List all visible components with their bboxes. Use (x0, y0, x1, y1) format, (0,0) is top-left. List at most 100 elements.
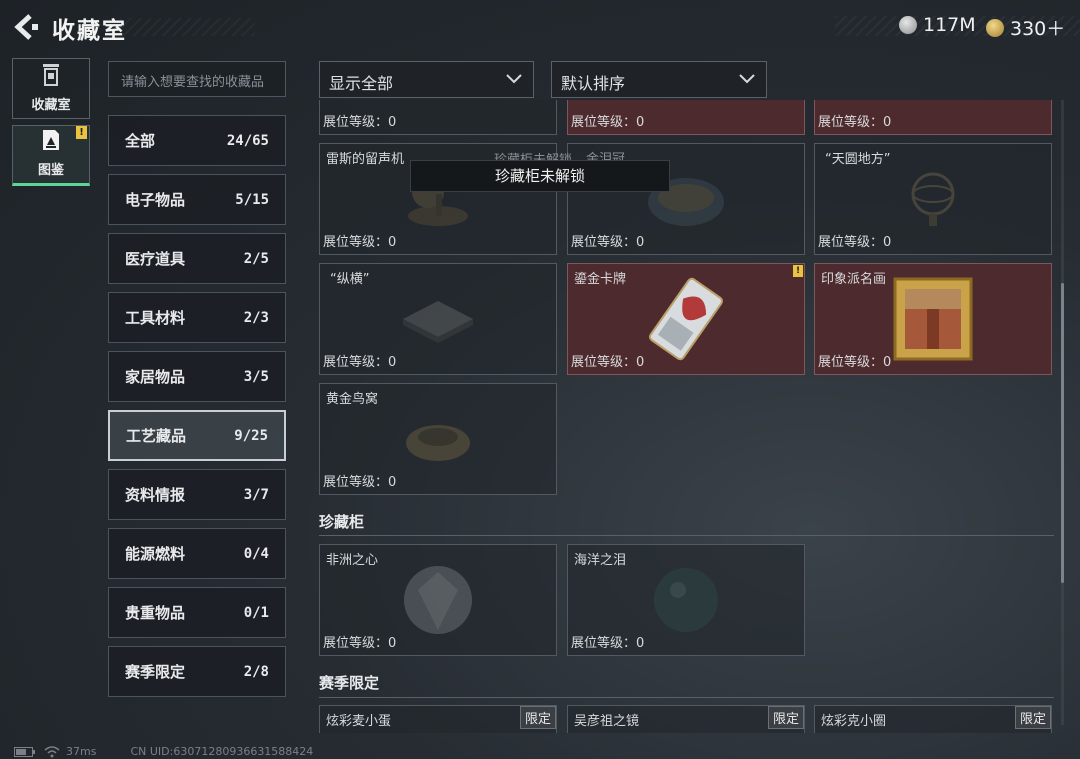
section-title-season: 赛季限定 (319, 674, 380, 692)
back-arrow-icon[interactable] (12, 12, 40, 42)
bird-nest-image (406, 425, 470, 461)
item-name: 海洋之泪 (574, 553, 627, 568)
level-label: 展位等级：0 (323, 115, 397, 130)
level-label: 展位等级：0 (571, 235, 645, 250)
level-label: 展位等级：0 (323, 235, 397, 250)
item-card-impressionist-painting[interactable]: 印象派名画 展位等级：0 (814, 263, 1052, 375)
category-count: 5/15 (235, 191, 269, 208)
level-label: 展位等级：0 (323, 475, 397, 490)
item-name: 黄金鸟窝 (326, 392, 379, 407)
item-card-season[interactable]: 炫彩克小圈 限定 (814, 705, 1052, 733)
level-label: 展位等级：0 (323, 636, 397, 651)
limited-tag: 限定 (1014, 706, 1051, 729)
category-label: 工艺藏品 (126, 427, 187, 445)
category-count: 3/5 (243, 368, 269, 385)
item-card[interactable]: 展位等级：0 (814, 100, 1052, 135)
level-label: 展位等级：0 (818, 115, 892, 130)
silver-coin-icon (899, 16, 917, 34)
nav-label: 收藏室 (31, 98, 71, 113)
category-count: 0/4 (243, 545, 269, 562)
gold-currency[interactable]: 330＋ (986, 14, 1065, 41)
category-item[interactable]: 工具材料 2/3 (108, 292, 286, 343)
level-label: 展位等级：0 (323, 355, 397, 370)
category-label: 赛季限定 (125, 663, 186, 681)
search-input[interactable]: 请输入想要查找的收藏品 (108, 61, 286, 97)
status-footer: 37ms CN UID:63071280936631588424 (14, 744, 313, 759)
item-card-heart-of-africa[interactable]: 非洲之心 展位等级：0 (319, 544, 557, 656)
catalog-book-icon (43, 130, 59, 150)
nav-label: 图鉴 (37, 163, 64, 178)
item-card[interactable]: 展位等级：0 (319, 100, 557, 135)
item-card-golden-nest[interactable]: 黄金鸟窝 展位等级：0 (319, 383, 557, 495)
item-card-armillary[interactable]: “天圆地方” 展位等级：0 (814, 143, 1052, 255)
category-item[interactable]: 电子物品 5/15 (108, 174, 286, 225)
category-label: 能源燃料 (125, 545, 186, 563)
ping-text: 37ms (66, 745, 97, 758)
painting-image (893, 277, 973, 361)
category-item[interactable]: 家居物品 3/5 (108, 351, 286, 402)
silver-amount: 117M (923, 14, 976, 36)
level-label: 展位等级：0 (818, 235, 892, 250)
item-card-season[interactable]: 炫彩麦小蛋 限定 (319, 705, 557, 733)
wifi-icon (44, 745, 60, 757)
category-item[interactable]: 全部 24/65 (108, 115, 286, 166)
category-item[interactable]: 工艺藏品 9/25 (108, 410, 286, 461)
silver-currency: 117M (899, 14, 976, 36)
item-card-chessboard[interactable]: “纵横” 展位等级：0 (319, 263, 557, 375)
category-count: 3/7 (243, 486, 269, 503)
category-label: 贵重物品 (125, 604, 186, 622)
gold-amount: 330＋ (1010, 18, 1066, 40)
level-label: 展位等级：0 (818, 355, 892, 370)
sort-dropdown[interactable]: 默认排序 (551, 61, 767, 98)
section-divider (319, 697, 1054, 698)
item-name: 吴彦祖之镜 (574, 714, 640, 729)
item-name: 印象派名画 (821, 272, 887, 287)
display-filter-label: 显示全部 (329, 74, 394, 93)
warning-badge: ! (793, 265, 803, 277)
display-filter-dropdown[interactable]: 显示全部 (319, 61, 534, 98)
armillary-sphere-image (911, 172, 955, 226)
top-bar: 收藏室 117M 330＋ (0, 0, 1080, 56)
battery-icon (14, 746, 35, 757)
level-label: 展位等级：0 (571, 355, 645, 370)
category-count: 9/25 (234, 427, 268, 444)
category-count: 2/8 (243, 663, 269, 680)
category-count: 2/3 (243, 309, 269, 326)
item-name: 非洲之心 (326, 553, 379, 568)
category-item[interactable]: 资料情报 3/7 (108, 469, 286, 520)
pearl-image (654, 568, 718, 632)
item-card-gilded-card[interactable]: ! 鎏金卡牌 展位等级：0 (567, 263, 805, 375)
item-card-season[interactable]: 吴彦祖之镜 限定 (567, 705, 805, 733)
category-label: 资料情报 (125, 486, 186, 504)
limited-tag: 限定 (519, 706, 556, 729)
nav-catalog[interactable]: ! 图鉴 (12, 125, 90, 186)
category-label: 医疗道具 (125, 250, 186, 268)
item-name: “纵横” (330, 272, 370, 287)
category-item[interactable]: 贵重物品 0/1 (108, 587, 286, 638)
section-title-cabinet: 珍藏柜 (319, 513, 365, 531)
category-item[interactable]: 赛季限定 2/8 (108, 646, 286, 697)
item-name: 鎏金卡牌 (574, 272, 627, 287)
level-label: 展位等级：0 (571, 636, 645, 651)
category-count: 24/65 (226, 132, 269, 149)
chevron-down-icon (506, 74, 522, 84)
sort-label: 默认排序 (561, 74, 626, 93)
category-item[interactable]: 能源燃料 0/4 (108, 528, 286, 579)
category-label: 全部 (125, 132, 156, 150)
item-card[interactable]: 展位等级：0 (567, 100, 805, 135)
category-label: 工具材料 (125, 309, 186, 327)
category-label: 电子物品 (125, 191, 186, 209)
warning-badge: ! (76, 126, 87, 139)
nav-collection-room[interactable]: 收藏室 (12, 58, 90, 119)
category-count: 0/1 (243, 604, 269, 621)
gilded-card-image (648, 277, 724, 361)
category-item[interactable]: 医疗道具 2/5 (108, 233, 286, 284)
trash-bin-icon (43, 64, 59, 86)
limited-tag: 限定 (767, 706, 804, 729)
page-title: 收藏室 (52, 18, 127, 44)
scrollbar-thumb[interactable] (1061, 283, 1064, 583)
item-name: 炫彩麦小蛋 (326, 714, 392, 729)
item-card-tear-of-ocean[interactable]: 海洋之泪 展位等级：0 (567, 544, 805, 656)
category-count: 2/5 (243, 250, 269, 267)
gold-coin-icon (986, 18, 1004, 37)
